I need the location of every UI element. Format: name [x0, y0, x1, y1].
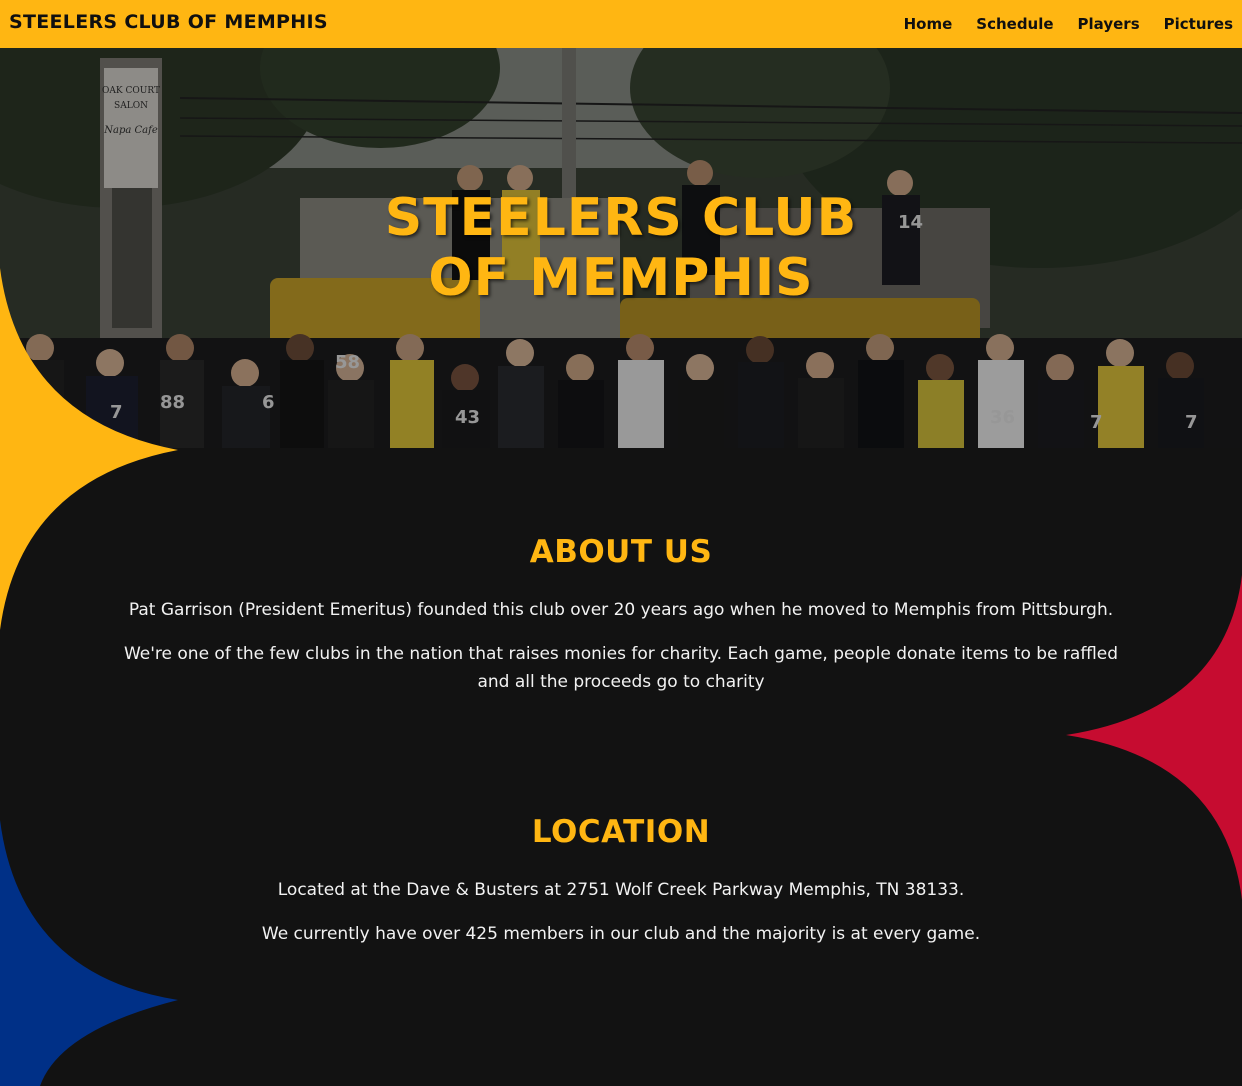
hero-title-line-2: OF MEMPHIS [428, 248, 814, 308]
hero-title: STEELERS CLUB OF MEMPHIS [0, 188, 1242, 308]
location-paragraph-2: We currently have over 425 members in ou… [261, 924, 981, 944]
location-paragraph-1: Located at the Dave & Busters at 2751 Wo… [277, 880, 965, 900]
about-section: ABOUT US Pat Garrison (President Emeritu… [121, 448, 1121, 696]
site-brand[interactable]: STEELERS CLUB OF MEMPHIS [9, 11, 328, 33]
about-paragraph-1: Pat Garrison (President Emeritus) founde… [128, 600, 1114, 620]
hero-banner: OAK COURT SALON Napa Cafe 7 88 43 36 6 5… [0, 48, 1242, 448]
location-heading: LOCATION [531, 814, 711, 850]
hero-title-line-1: STEELERS CLUB [384, 188, 858, 248]
nav-links: Home Schedule Players Pictures [904, 15, 1233, 33]
main-content: ABOUT US Pat Garrison (President Emeritu… [0, 448, 1242, 948]
nav-link-home[interactable]: Home [904, 15, 953, 33]
nav-link-schedule[interactable]: Schedule [976, 15, 1053, 33]
top-navbar: STEELERS CLUB OF MEMPHIS Home Schedule P… [0, 0, 1242, 48]
about-heading: ABOUT US [529, 534, 713, 570]
location-section: LOCATION Located at the Dave & Busters a… [121, 696, 1121, 948]
about-paragraph-2: We're one of the few clubs in the nation… [123, 644, 1119, 692]
nav-link-pictures[interactable]: Pictures [1164, 15, 1233, 33]
nav-link-players[interactable]: Players [1078, 15, 1140, 33]
